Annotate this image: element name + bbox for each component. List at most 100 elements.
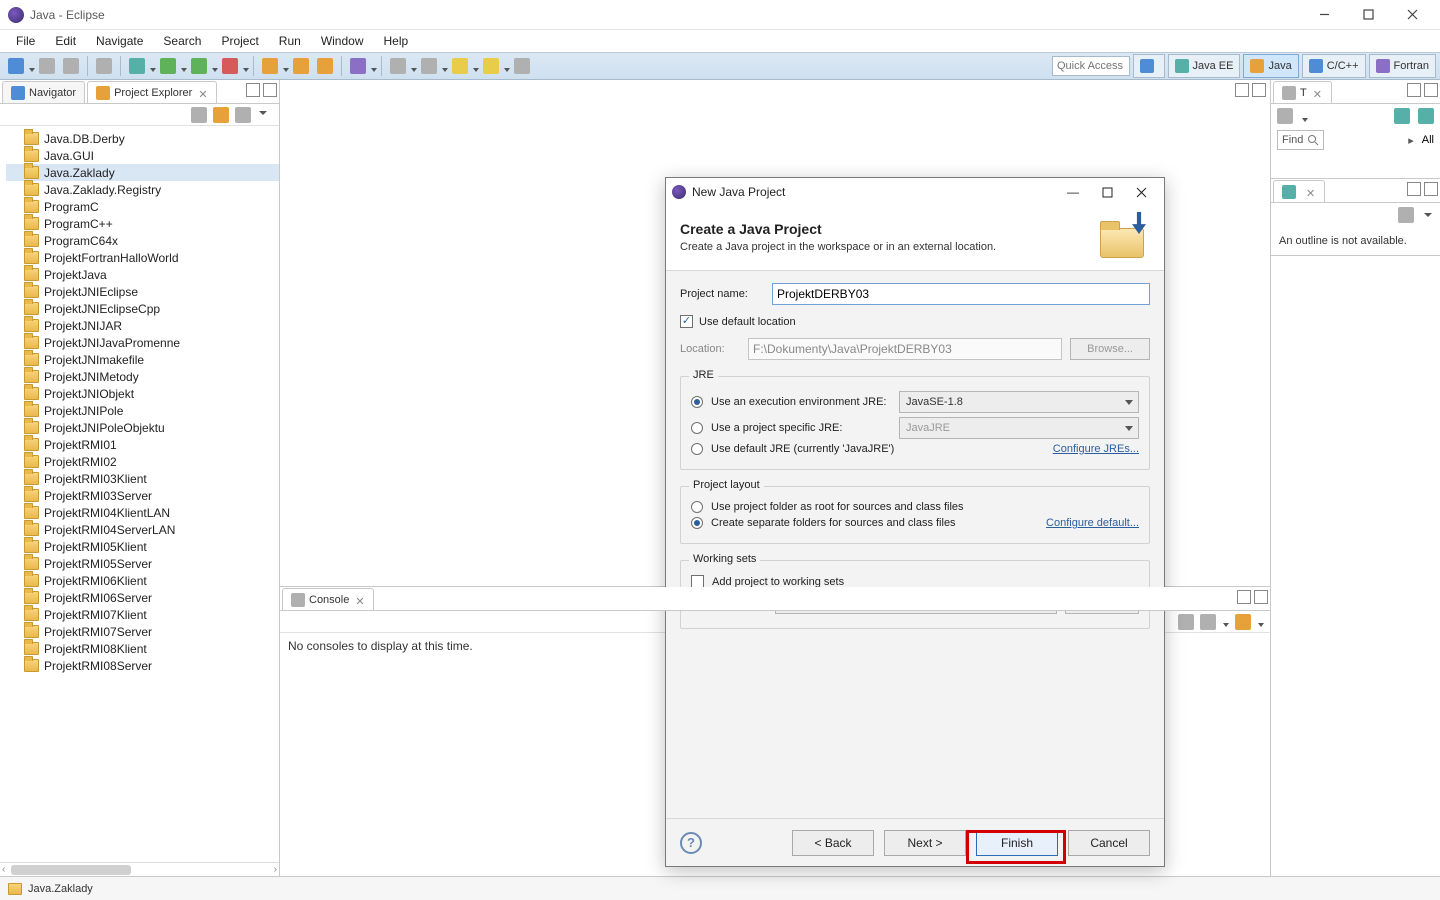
open-perspective-button[interactable] — [1133, 54, 1165, 78]
project-item[interactable]: ProjektRMI05Server — [6, 555, 279, 572]
project-item[interactable]: ProjektFortranHalloWorld — [6, 249, 279, 266]
all-label[interactable]: All — [1422, 134, 1434, 146]
project-item[interactable]: ProjektRMI03Server — [6, 487, 279, 504]
project-item[interactable]: ProjektJNIObjekt — [6, 385, 279, 402]
maximize-view-icon[interactable] — [1424, 182, 1438, 196]
jre-project-specific-radio[interactable] — [691, 422, 703, 434]
perspective-java[interactable]: Java — [1243, 54, 1298, 78]
open-type-dropdown[interactable] — [370, 61, 377, 72]
close-icon[interactable]: ✕ — [1313, 88, 1323, 98]
window-close-button[interactable] — [1390, 1, 1434, 29]
project-item[interactable]: ProjektRMI07Klient — [6, 606, 279, 623]
project-item[interactable]: Java.Zaklady — [6, 164, 279, 181]
outline-sort-icon[interactable] — [1398, 207, 1414, 223]
console-switch-dropdown[interactable] — [1222, 616, 1229, 627]
ext-tools-dropdown[interactable] — [242, 61, 249, 72]
project-item[interactable]: ProjektRMI06Server — [6, 589, 279, 606]
perspective-fortran[interactable]: Fortran — [1369, 54, 1436, 78]
project-item[interactable]: ProjektJNIPole — [6, 402, 279, 419]
close-icon[interactable]: ✕ — [198, 88, 208, 98]
window-minimize-button[interactable] — [1302, 1, 1346, 29]
quick-access-input[interactable] — [1052, 56, 1130, 76]
coverage-icon[interactable] — [189, 56, 209, 76]
minimize-view-icon[interactable] — [1235, 83, 1249, 97]
new-class-icon[interactable] — [291, 56, 311, 76]
open-type-icon[interactable] — [348, 56, 368, 76]
tab-tasklist[interactable]: T ✕ — [1273, 81, 1332, 103]
project-item[interactable]: Java.GUI — [6, 147, 279, 164]
nav-back-icon[interactable] — [450, 56, 470, 76]
search-dropdown[interactable] — [410, 61, 417, 72]
new-package-icon[interactable] — [260, 56, 280, 76]
configure-jres-link[interactable]: Configure JREs... — [1053, 443, 1139, 455]
save-all-icon[interactable] — [61, 56, 81, 76]
view-menu-icon[interactable] — [1422, 209, 1434, 221]
collapse-all-icon[interactable] — [191, 107, 207, 123]
dialog-maximize-button[interactable] — [1090, 180, 1124, 204]
project-item[interactable]: Java.DB.Derby — [6, 130, 279, 147]
sync-icon[interactable] — [1418, 108, 1434, 124]
pin-console-icon[interactable] — [1178, 614, 1194, 630]
maximize-view-icon[interactable] — [263, 83, 277, 97]
project-item[interactable]: ProjektJNIJavaPromenne — [6, 334, 279, 351]
tab-project-explorer[interactable]: Project Explorer ✕ — [87, 81, 217, 103]
maximize-view-icon[interactable] — [1254, 590, 1268, 604]
maximize-view-icon[interactable] — [1252, 83, 1266, 97]
project-item[interactable]: ProjektJava — [6, 266, 279, 283]
coverage-dropdown[interactable] — [211, 61, 218, 72]
search-icon[interactable] — [388, 56, 408, 76]
filter-icon[interactable] — [235, 107, 251, 123]
menu-navigate[interactable]: Navigate — [86, 32, 153, 50]
menu-edit[interactable]: Edit — [45, 32, 86, 50]
perspective-javaee[interactable]: Java EE — [1168, 54, 1241, 78]
jre-default-radio[interactable] — [691, 443, 703, 455]
jre-exec-env-select[interactable]: JavaSE-1.8 — [899, 391, 1139, 413]
tab-outline[interactable]: ✕ — [1273, 180, 1325, 202]
nav-fwd-icon[interactable] — [481, 56, 501, 76]
nav-fwd-dropdown[interactable] — [503, 61, 510, 72]
link-editor-icon[interactable] — [213, 107, 229, 123]
project-item[interactable]: ProgramC — [6, 198, 279, 215]
maximize-view-icon[interactable] — [1424, 83, 1438, 97]
cancel-button[interactable]: Cancel — [1068, 830, 1150, 856]
project-item[interactable]: ProjektJNImakefile — [6, 351, 279, 368]
project-item[interactable]: ProjektRMI08Klient — [6, 640, 279, 657]
project-item[interactable]: Java.Zaklady.Registry — [6, 181, 279, 198]
project-item[interactable]: ProjektJNIPoleObjektu — [6, 419, 279, 436]
menu-search[interactable]: Search — [153, 32, 211, 50]
run-dropdown[interactable] — [180, 61, 187, 72]
save-icon[interactable] — [37, 56, 57, 76]
new-package-dropdown[interactable] — [282, 61, 289, 72]
back-button[interactable]: < Back — [792, 830, 874, 856]
debug-icon[interactable] — [127, 56, 147, 76]
help-icon[interactable]: ? — [680, 832, 702, 854]
display-selected-console-icon[interactable] — [1200, 614, 1216, 630]
view-menu-icon[interactable] — [257, 107, 273, 123]
pin-icon[interactable] — [512, 56, 532, 76]
debug-dropdown[interactable] — [149, 61, 156, 72]
project-item[interactable]: ProgramC64x — [6, 232, 279, 249]
next-button[interactable]: Next > — [884, 830, 966, 856]
scrollbar-thumb[interactable] — [11, 865, 131, 875]
new-wizard-dropdown[interactable] — [28, 61, 35, 72]
project-item[interactable]: ProjektRMI05Klient — [6, 538, 279, 555]
minimize-view-icon[interactable] — [1407, 83, 1421, 97]
find-input[interactable]: Find — [1277, 130, 1324, 150]
project-item[interactable]: ProjektRMI04KlientLAN — [6, 504, 279, 521]
dialog-close-button[interactable] — [1124, 180, 1158, 204]
build-icon[interactable] — [94, 56, 114, 76]
project-item[interactable]: ProjektRMI03Klient — [6, 470, 279, 487]
tab-console[interactable]: Console ✕ — [282, 588, 374, 610]
menu-window[interactable]: Window — [311, 32, 374, 50]
new-task-dropdown[interactable] — [1301, 111, 1308, 122]
use-default-location-checkbox[interactable] — [680, 315, 693, 328]
menu-file[interactable]: File — [6, 32, 45, 50]
ext-tools-icon[interactable] — [220, 56, 240, 76]
tab-navigator[interactable]: Navigator — [2, 81, 85, 103]
close-icon[interactable]: ✕ — [355, 595, 365, 605]
project-item[interactable]: ProjektRMI01 — [6, 436, 279, 453]
new-wizard-icon[interactable] — [6, 56, 26, 76]
perspective-cpp[interactable]: C/C++ — [1302, 54, 1366, 78]
layout-separate-radio[interactable] — [691, 517, 703, 529]
annotation-dropdown[interactable] — [441, 61, 448, 72]
